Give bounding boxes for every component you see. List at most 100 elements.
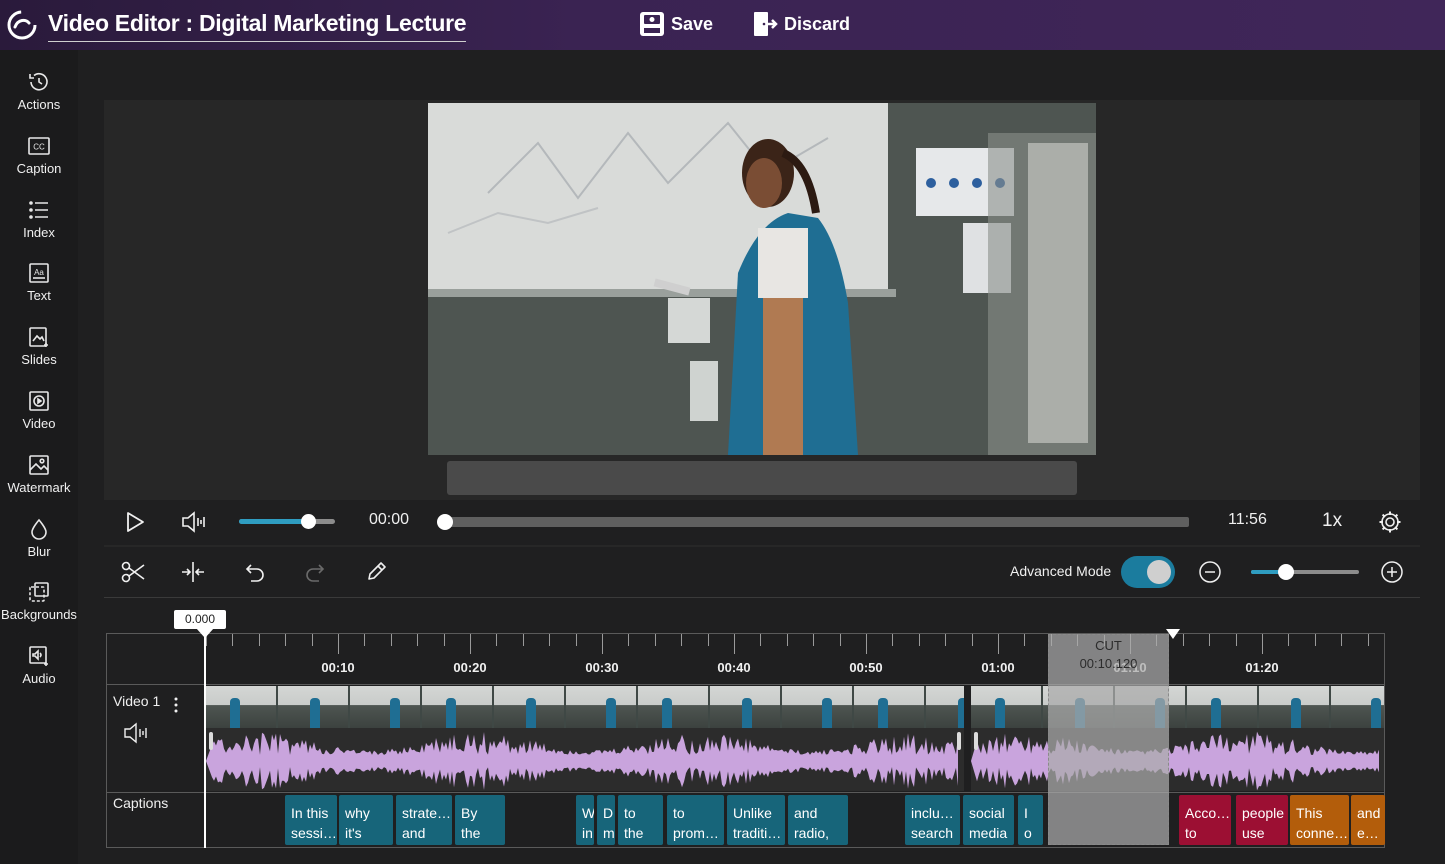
sidebar-item-label: Caption bbox=[16, 161, 62, 176]
toggle-knob bbox=[1147, 560, 1171, 584]
clip-trim-handle[interactable] bbox=[209, 732, 213, 750]
zoom-slider[interactable] bbox=[1251, 564, 1359, 580]
caption-chip[interactable]: Win bbox=[576, 795, 594, 845]
scissors-icon[interactable] bbox=[120, 560, 146, 584]
ruler-tick bbox=[258, 634, 260, 646]
seek-bar[interactable] bbox=[437, 514, 1189, 530]
thumbnail-figure bbox=[662, 698, 672, 728]
sidebar-item-text[interactable]: Aa Text bbox=[0, 259, 78, 319]
video-clip[interactable] bbox=[206, 686, 964, 791]
caption-chip[interactable]: people use bbox=[1236, 795, 1288, 845]
caption-chip[interactable]: social media bbox=[963, 795, 1014, 845]
droplet-icon bbox=[31, 518, 47, 540]
divider bbox=[107, 792, 1384, 793]
thumbnail-figure bbox=[230, 698, 240, 728]
caption-chip-line1: including bbox=[911, 805, 960, 821]
save-icon bbox=[640, 12, 664, 36]
clip-thumbnails bbox=[206, 686, 964, 728]
zoom-out-icon[interactable] bbox=[1198, 560, 1222, 584]
video-clip[interactable] bbox=[971, 686, 1384, 791]
discard-button[interactable]: Discard bbox=[752, 11, 850, 37]
clip-thumbnail bbox=[566, 686, 636, 728]
sidebar-item-caption[interactable]: CC Caption bbox=[0, 132, 78, 192]
caption-chip[interactable]: and radio, bbox=[788, 795, 848, 845]
sidebar-item-label: Slides bbox=[21, 352, 57, 367]
sidebar-item-audio[interactable]: Audio bbox=[0, 642, 78, 702]
image-icon bbox=[29, 455, 49, 475]
sidebar-item-watermark[interactable]: Watermark bbox=[0, 451, 78, 511]
volume-icon[interactable] bbox=[181, 510, 207, 534]
sidebar-item-index[interactable]: Index bbox=[0, 196, 78, 256]
volume-slider-thumb[interactable] bbox=[301, 514, 317, 529]
ruler-tick bbox=[786, 634, 788, 646]
caption-chip[interactable]: and engage bbox=[1351, 795, 1385, 845]
zoom-slider-thumb[interactable] bbox=[1277, 564, 1294, 580]
end-marker[interactable] bbox=[1166, 629, 1180, 639]
caption-chip-line2: search bbox=[911, 825, 954, 841]
caption-chip[interactable]: Dm bbox=[597, 795, 615, 845]
advanced-mode-toggle[interactable] bbox=[1121, 556, 1175, 588]
playhead-handle[interactable] bbox=[196, 628, 214, 638]
clip-trim-handle[interactable] bbox=[974, 732, 978, 750]
play-icon[interactable] bbox=[124, 511, 146, 533]
divider bbox=[107, 684, 1384, 685]
waveform-path bbox=[971, 731, 1379, 791]
caption-chip[interactable]: In this session bbox=[285, 795, 337, 845]
caption-chip[interactable]: Io bbox=[1018, 795, 1043, 845]
zoom-in-icon[interactable] bbox=[1380, 560, 1404, 584]
caption-chip-line2: m bbox=[603, 825, 615, 841]
clip-thumbnail bbox=[926, 686, 964, 728]
clip-thumbnail bbox=[1259, 686, 1329, 728]
caption-chip[interactable]: strategies and bbox=[396, 795, 452, 845]
redo-icon[interactable] bbox=[303, 560, 329, 584]
captions-track-label: Captions bbox=[113, 795, 169, 811]
video-preview[interactable] bbox=[428, 103, 1096, 455]
sidebar-item-video[interactable]: Video bbox=[0, 387, 78, 447]
caption-chip[interactable]: This connects bbox=[1290, 795, 1349, 845]
caption-chip-line2: the bbox=[624, 825, 644, 841]
caption-chip[interactable]: including search bbox=[905, 795, 960, 845]
thumbnail-figure bbox=[526, 698, 536, 728]
ruler-tick bbox=[285, 634, 287, 646]
video-track-label: Video 1 bbox=[113, 693, 161, 709]
caption-chip-line1: to bbox=[624, 805, 636, 821]
save-button[interactable]: Save bbox=[639, 11, 713, 37]
list-icon bbox=[29, 201, 48, 219]
caption-chip-line1: strategies bbox=[402, 805, 452, 821]
cut-region[interactable]: CUT 00:10.120 bbox=[1048, 634, 1169, 845]
caption-chip[interactable]: why it's bbox=[339, 795, 393, 845]
seek-thumb[interactable] bbox=[437, 514, 453, 530]
clip-trim-handle[interactable] bbox=[957, 732, 961, 750]
undo-icon[interactable] bbox=[241, 560, 267, 584]
caption-chip[interactable]: Unlike traditional bbox=[727, 795, 785, 845]
playhead-line[interactable] bbox=[204, 628, 206, 848]
ruler-tick-label: 00:50 bbox=[849, 660, 883, 675]
caption-chip-line2: the bbox=[461, 825, 481, 841]
sidebar-item-backgrounds[interactable]: Backgrounds bbox=[0, 578, 78, 638]
ruler-tick bbox=[1235, 634, 1237, 646]
more-vertical-icon[interactable] bbox=[173, 695, 179, 715]
playhead-time: 0.000 bbox=[174, 610, 226, 629]
track-volume-icon[interactable] bbox=[123, 722, 149, 744]
timeline: 00:1000:2000:3000:4000:5001:0001:1001:20… bbox=[106, 633, 1385, 848]
pencil-icon[interactable] bbox=[365, 559, 389, 583]
ruler-tick bbox=[866, 634, 867, 654]
advanced-mode-label: Advanced Mode bbox=[1010, 563, 1112, 579]
caption-chip[interactable]: By the bbox=[455, 795, 505, 845]
playback-speed-button[interactable]: 1x bbox=[1322, 510, 1342, 532]
ruler-tick bbox=[1367, 634, 1369, 646]
caption-chip-line1: why bbox=[345, 805, 370, 821]
caption-chip[interactable]: to the bbox=[618, 795, 663, 845]
caption-chip[interactable]: According to bbox=[1179, 795, 1231, 845]
settings-gear-icon[interactable] bbox=[1378, 510, 1402, 534]
sidebar-item-slides[interactable]: Slides bbox=[0, 323, 78, 383]
caption-chip[interactable]: to promote bbox=[667, 795, 724, 845]
split-icon[interactable] bbox=[180, 560, 206, 584]
caption-chip-line1: In this bbox=[291, 805, 329, 821]
save-label: Save bbox=[671, 13, 714, 34]
sidebar-item-blur[interactable]: Blur bbox=[0, 515, 78, 575]
caption-chip-line2: in bbox=[582, 825, 593, 841]
sidebar-item-actions[interactable]: Actions bbox=[0, 68, 78, 128]
volume-slider[interactable] bbox=[239, 514, 335, 529]
timeline-ruler[interactable]: 00:1000:2000:3000:4000:5001:0001:1001:20 bbox=[206, 634, 1384, 684]
